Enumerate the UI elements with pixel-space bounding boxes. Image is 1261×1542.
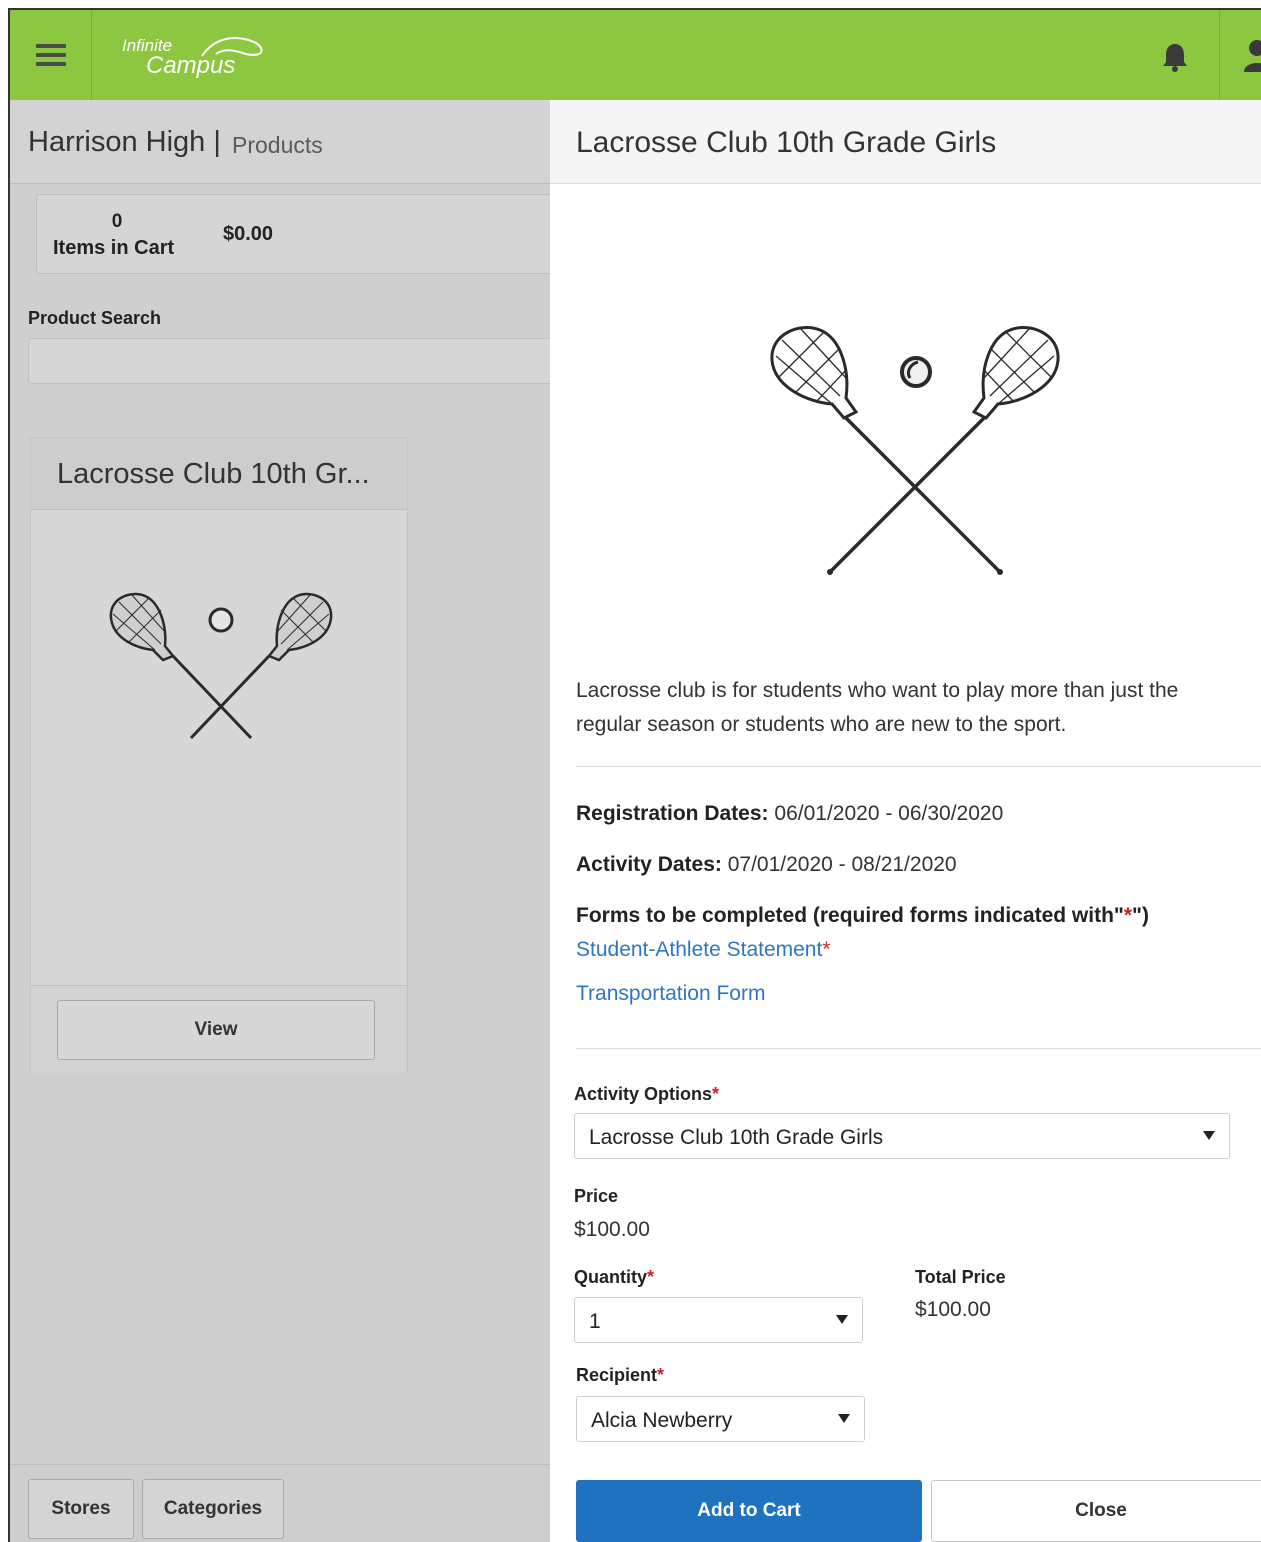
forms-heading: Forms to be completed (required forms in… — [576, 904, 1149, 927]
price-value: $100.00 — [574, 1218, 650, 1241]
top-bar: Infinite Campus — [10, 10, 1261, 100]
bell-icon[interactable] — [1158, 40, 1192, 74]
infinite-campus-logo: Infinite Campus — [122, 28, 282, 84]
divider — [576, 766, 1261, 767]
product-detail-panel: Lacrosse Club 10th Grade Girls Lacrosse … — [550, 100, 1261, 1542]
quantity-label: Quantity* — [574, 1267, 655, 1287]
page-header: Harrison High | Products — [10, 100, 550, 184]
products-page: Harrison High | Products 0 Items in Cart… — [10, 100, 568, 1542]
chevron-down-icon — [836, 1315, 848, 1324]
activity-options-select[interactable]: Lacrosse Club 10th Grade Girls — [574, 1113, 1230, 1159]
activity-options-label: Activity Options* — [574, 1084, 720, 1104]
topbar-divider — [1219, 10, 1220, 100]
stores-button[interactable]: Stores — [28, 1479, 134, 1539]
price-label: Price — [574, 1186, 619, 1206]
view-button[interactable]: View — [57, 1000, 375, 1060]
divider — [576, 1048, 1261, 1049]
cart-summary[interactable]: 0 Items in Cart $0.00 — [36, 194, 566, 274]
panel-header: Lacrosse Club 10th Grade Girls — [550, 100, 1261, 184]
chevron-down-icon — [838, 1414, 850, 1423]
recipient-select[interactable]: Alcia Newberry — [576, 1396, 865, 1442]
cart-label: Items in Cart — [53, 237, 175, 259]
bottom-toolbar: Stores Categories — [10, 1464, 550, 1542]
quantity-select[interactable]: 1 — [574, 1297, 863, 1343]
product-description: Lacrosse club is for students who want t… — [576, 679, 1179, 736]
cart-total: $0.00 — [223, 223, 274, 245]
form-link-transportation-form[interactable]: Transportation Form — [576, 982, 765, 1006]
cart-count: 0 — [111, 211, 123, 232]
panel-title: Lacrosse Club 10th Grade Girls — [576, 126, 997, 159]
app-frame: Infinite Campus Harrison High | Products… — [8, 8, 1261, 1542]
chevron-down-icon — [1203, 1131, 1215, 1140]
add-to-cart-button[interactable]: Add to Cart — [576, 1480, 922, 1542]
menu-button[interactable] — [10, 10, 92, 100]
user-icon[interactable] — [1242, 38, 1261, 74]
total-price-value: $100.00 — [915, 1298, 991, 1321]
close-button[interactable]: Close — [931, 1480, 1261, 1542]
logo-swoosh-icon — [201, 37, 263, 57]
page-section: Products — [232, 132, 323, 158]
total-price-label: Total Price — [915, 1267, 1006, 1287]
lacrosse-sticks-image — [109, 592, 333, 740]
product-card-footer: View — [31, 985, 407, 1073]
product-search-input[interactable] — [28, 338, 568, 384]
product-card[interactable]: Lacrosse Club 10th Gr... View — [30, 437, 408, 1073]
recipient-label: Recipient* — [576, 1365, 665, 1385]
product-search-label: Product Search — [28, 308, 162, 328]
menu-icon — [35, 39, 66, 71]
activity-dates: Activity Dates: 07/01/2020 - 08/21/2020 — [576, 853, 957, 876]
registration-dates: Registration Dates: 06/01/2020 - 06/30/2… — [576, 802, 1004, 825]
school-name: Harrison High | — [28, 126, 221, 158]
product-card-title: Lacrosse Club 10th Gr... — [31, 438, 407, 510]
categories-button[interactable]: Categories — [142, 1479, 284, 1539]
lacrosse-sticks-image — [770, 326, 1060, 575]
form-link-student-athlete-statement[interactable]: Student-Athlete Statement* — [576, 938, 831, 962]
